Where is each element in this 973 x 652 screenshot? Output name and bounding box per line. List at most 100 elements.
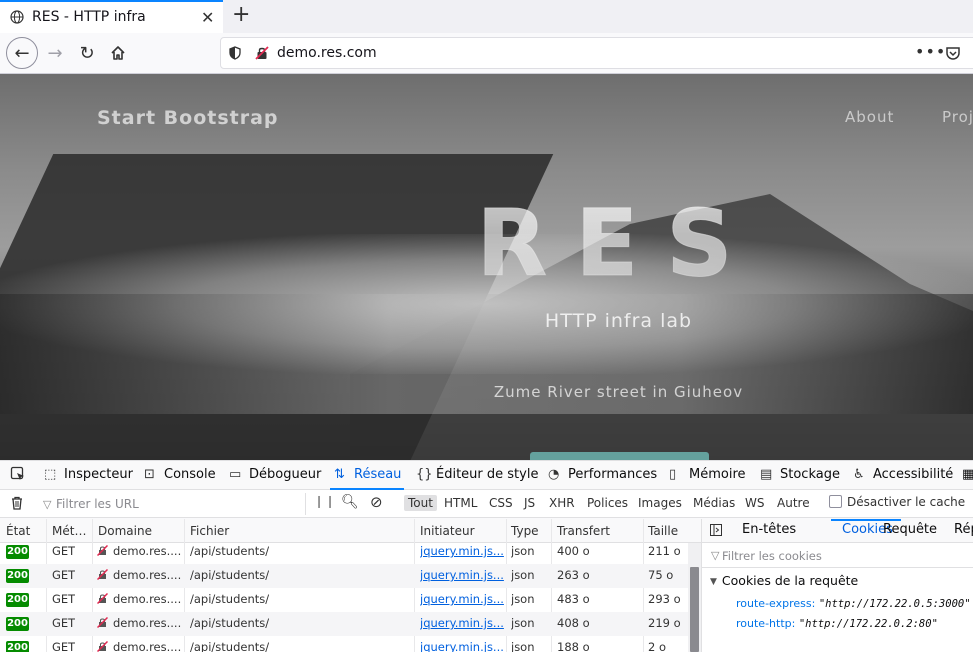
- filter-type-html[interactable]: HTML: [440, 495, 481, 511]
- method-cell: GET: [52, 640, 76, 652]
- tab-accessibilite[interactable]: ♿ Accessibilité: [853, 467, 953, 482]
- cookie-name: route-express:: [736, 597, 816, 610]
- initiator-link[interactable]: jquery.min.js...: [420, 592, 504, 606]
- cookie-row[interactable]: route-express: "http://172.22.0.5:3000": [736, 597, 971, 610]
- column-type[interactable]: Type: [511, 524, 539, 538]
- masthead-address: Zume River street in Giuheov: [493, 383, 744, 401]
- table-row[interactable]: 200 GET demo.res.... /api/students/ jque…: [0, 540, 688, 564]
- tab-console[interactable]: ⊡ Console: [144, 467, 216, 482]
- cookie-section-header[interactable]: ▼ Cookies de la requête: [710, 573, 858, 588]
- debugger-icon: ▭: [229, 467, 242, 482]
- table-row[interactable]: 200 GET demo.res.... /api/students/ jque…: [0, 636, 688, 652]
- size-cell: 211 o: [648, 544, 681, 558]
- url-bar[interactable]: demo.res.com •••: [220, 37, 973, 69]
- trash-icon[interactable]: [10, 496, 24, 510]
- insecure-lock-icon[interactable]: [255, 46, 269, 60]
- more-tools-icon[interactable]: ▦: [962, 467, 973, 482]
- url-text[interactable]: demo.res.com: [277, 45, 377, 61]
- disable-cache-label: Désactiver le cache: [847, 495, 966, 509]
- filter-type-polices[interactable]: Polices: [583, 495, 632, 511]
- tab-memoire[interactable]: ▯ Mémoire: [669, 467, 746, 482]
- domain-cell: demo.res....: [97, 640, 181, 652]
- tab-reponse[interactable]: Rép: [954, 522, 973, 537]
- page-actions-icon[interactable]: •••: [915, 42, 946, 61]
- initiator-link[interactable]: jquery.min.js...: [420, 616, 504, 630]
- filter-type-medias[interactable]: Médias: [689, 495, 739, 511]
- cookie-value: "http://172.22.0.5:3000": [818, 598, 971, 610]
- cookie-section-title: Cookies de la requête: [721, 573, 859, 588]
- insecure-lock-icon: [97, 545, 108, 556]
- tab-debogueur[interactable]: ▭ Débogueur: [229, 467, 321, 482]
- tab-reseau[interactable]: ⇅ Réseau: [334, 467, 401, 482]
- scrollbar-thumb[interactable]: [690, 567, 699, 652]
- filter-url-field[interactable]: ▽: [34, 493, 306, 515]
- filter-type-ws[interactable]: WS: [741, 495, 768, 511]
- filter-type-js[interactable]: JS: [520, 495, 539, 511]
- column-initiateur[interactable]: Initiateur: [420, 524, 475, 538]
- cookie-filter-field[interactable]: ▽: [702, 544, 973, 568]
- tab-stockage[interactable]: ▤ Stockage: [760, 467, 840, 482]
- close-tab-icon[interactable]: ✕: [201, 8, 214, 27]
- type-cell: json: [511, 568, 535, 582]
- initiator-link[interactable]: jquery.min.js...: [420, 544, 504, 558]
- tab-editeur-de-style[interactable]: {} Éditeur de style: [416, 467, 538, 482]
- tab-title: RES - HTTP infra: [32, 9, 146, 25]
- storage-icon: ▤: [760, 467, 773, 482]
- search-icon[interactable]: 🔍︎: [341, 494, 359, 510]
- file-cell: /api/students/: [190, 616, 270, 630]
- reload-button[interactable]: ↻: [72, 38, 102, 68]
- filter-type-tout[interactable]: Tout: [404, 495, 437, 511]
- column-domaine[interactable]: Domaine: [98, 524, 152, 538]
- filter-type-css[interactable]: CSS: [485, 495, 517, 511]
- table-row[interactable]: 200 GET demo.res.... /api/students/ jque…: [0, 612, 688, 636]
- column-methode[interactable]: Mét…: [52, 524, 86, 538]
- toggle-panel-icon[interactable]: [710, 524, 722, 536]
- type-cell: json: [511, 592, 535, 606]
- tab-en-tetes[interactable]: En-têtes: [742, 522, 796, 537]
- filter-type-autre[interactable]: Autre: [773, 495, 814, 511]
- filter-url-input[interactable]: [56, 494, 296, 514]
- method-cell: GET: [52, 616, 76, 630]
- transfer-cell: 483 o: [557, 592, 590, 606]
- transfer-cell: 263 o: [557, 568, 590, 582]
- column-fichier[interactable]: Fichier: [190, 524, 229, 538]
- pocket-icon[interactable]: [945, 45, 961, 61]
- tab-requete[interactable]: Requête: [883, 522, 937, 537]
- accessibility-icon: ♿: [853, 467, 865, 482]
- filter-type-images[interactable]: Images: [634, 495, 686, 511]
- network-filter-bar: ▽ ❘❘ 🔍︎ ⊘ Tout HTML CSS JS XHR Polices I…: [0, 490, 973, 518]
- initiator-link[interactable]: jquery.min.js...: [420, 568, 504, 582]
- cookie-row[interactable]: route-http: "http://172.22.0.2:80": [736, 617, 938, 630]
- method-cell: GET: [52, 592, 76, 606]
- new-tab-icon[interactable]: +: [232, 2, 250, 27]
- disable-cache-checkbox[interactable]: Désactiver le cache: [829, 495, 965, 509]
- pause-icon[interactable]: ❘❘: [314, 494, 336, 508]
- tab-inspecteur[interactable]: ⬚ Inspecteur: [44, 467, 133, 482]
- domain-cell: demo.res....: [97, 616, 181, 630]
- home-button[interactable]: [103, 38, 133, 68]
- nav-link-projects[interactable]: Proj: [942, 108, 973, 126]
- performance-icon: ◔: [548, 467, 560, 482]
- tab-performances[interactable]: ◔ Performances: [548, 467, 657, 482]
- initiator-link[interactable]: jquery.min.js...: [420, 640, 504, 652]
- column-transfert[interactable]: Transfert: [557, 524, 610, 538]
- cta-button[interactable]: [530, 452, 709, 460]
- block-icon[interactable]: ⊘: [370, 493, 383, 511]
- table-row[interactable]: 200 GET demo.res.... /api/students/ jque…: [0, 564, 688, 588]
- element-picker-icon[interactable]: [10, 466, 26, 486]
- back-button[interactable]: ←: [6, 37, 38, 69]
- browser-tab[interactable]: RES - HTTP infra ✕: [0, 0, 223, 33]
- shield-icon[interactable]: [229, 46, 241, 60]
- column-etat[interactable]: État: [6, 524, 30, 538]
- table-row[interactable]: 200 GET demo.res.... /api/students/ jque…: [0, 588, 688, 612]
- checkbox[interactable]: [829, 495, 842, 508]
- site-brand[interactable]: Start Bootstrap: [97, 107, 279, 129]
- cookie-filter-input[interactable]: [722, 546, 962, 566]
- arrow-right-icon: →: [47, 42, 63, 64]
- insecure-lock-icon: [97, 617, 108, 628]
- forward-button[interactable]: →: [40, 38, 70, 68]
- filter-type-xhr[interactable]: XHR: [545, 495, 579, 511]
- nav-link-about[interactable]: About: [845, 108, 894, 126]
- column-taille[interactable]: Taille: [648, 524, 678, 538]
- status-badge: 200: [6, 569, 29, 583]
